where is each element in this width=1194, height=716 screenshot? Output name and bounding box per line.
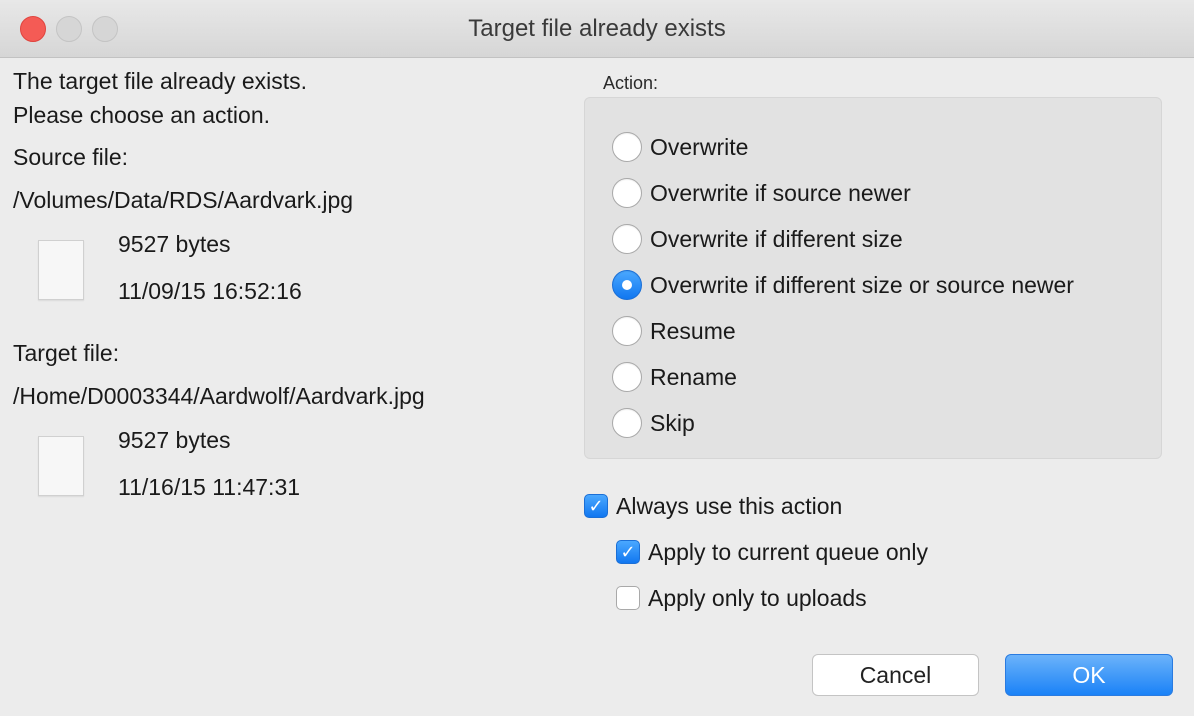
radio-label: Overwrite if different size	[650, 225, 903, 252]
radio-button[interactable]	[612, 178, 642, 208]
radio-overwrite[interactable]: Overwrite	[612, 130, 748, 164]
radio-button-selected[interactable]	[612, 270, 642, 300]
current-queue-only-checkbox[interactable]: ✓ Apply to current queue only	[616, 537, 928, 567]
radio-button[interactable]	[612, 362, 642, 392]
radio-label: Overwrite if different size or source ne…	[650, 271, 1074, 298]
window-title: Target file already exists	[468, 15, 726, 42]
source-file-label: Source file:	[13, 144, 129, 170]
source-file-date: 11/09/15 16:52:16	[118, 278, 302, 304]
message-line-1: The target file already exists.	[13, 68, 308, 94]
checkbox-box[interactable]	[616, 586, 640, 610]
source-file-icon	[38, 240, 84, 300]
radio-overwrite-if-different-size[interactable]: Overwrite if different size	[612, 222, 903, 256]
radio-button[interactable]	[612, 224, 642, 254]
checkmark-icon[interactable]: ✓	[616, 540, 640, 564]
radio-overwrite-if-different-size-or-newer[interactable]: Overwrite if different size or source ne…	[612, 268, 1074, 302]
target-file-size: 9527 bytes	[118, 427, 231, 453]
radio-rename[interactable]: Rename	[612, 360, 737, 394]
title-bar: Target file already exists	[0, 0, 1194, 58]
target-file-path: /Home/D0003344/Aardwolf/Aardvark.jpg	[13, 383, 425, 409]
always-use-action-checkbox[interactable]: ✓ Always use this action	[584, 491, 842, 521]
source-file-path: /Volumes/Data/RDS/Aardvark.jpg	[13, 187, 354, 213]
uploads-only-checkbox[interactable]: Apply only to uploads	[616, 583, 867, 613]
radio-button[interactable]	[612, 132, 642, 162]
radio-overwrite-if-source-newer[interactable]: Overwrite if source newer	[612, 176, 911, 210]
checkbox-label: Always use this action	[616, 492, 843, 519]
target-file-date: 11/16/15 11:47:31	[118, 474, 301, 500]
action-group-label: Action:	[603, 73, 659, 93]
radio-label: Skip	[650, 409, 695, 436]
radio-label: Overwrite if source newer	[650, 179, 911, 206]
dialog-window: Target file already exists The target fi…	[0, 0, 1194, 716]
radio-label: Overwrite	[650, 133, 749, 160]
message-line-2: Please choose an action.	[13, 102, 271, 128]
radio-button[interactable]	[612, 316, 642, 346]
target-file-label: Target file:	[13, 340, 120, 366]
checkbox-label: Apply to current queue only	[648, 538, 929, 565]
source-file-size: 9527 bytes	[118, 231, 231, 257]
ok-button[interactable]: OK	[1005, 654, 1173, 696]
checkbox-label: Apply only to uploads	[648, 584, 867, 611]
checkmark-icon[interactable]: ✓	[584, 494, 608, 518]
radio-button[interactable]	[612, 408, 642, 438]
target-file-icon	[38, 436, 84, 496]
cancel-button[interactable]: Cancel	[812, 654, 979, 696]
radio-label: Rename	[650, 363, 737, 390]
radio-skip[interactable]: Skip	[612, 406, 695, 440]
radio-label: Resume	[650, 317, 736, 344]
radio-resume[interactable]: Resume	[612, 314, 736, 348]
